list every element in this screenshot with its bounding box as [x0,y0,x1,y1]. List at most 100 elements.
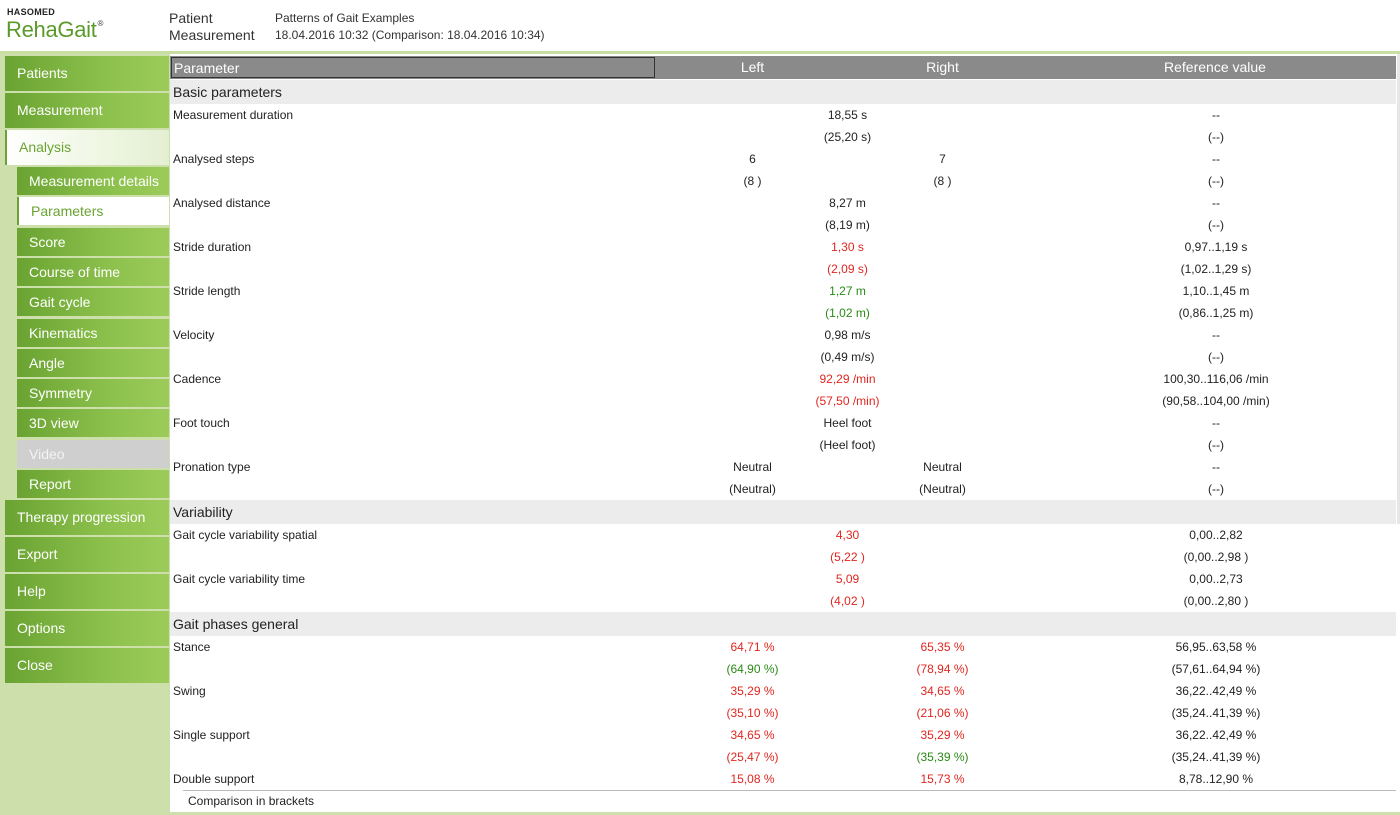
subnav-symmetry[interactable]: Symmetry [17,379,169,407]
nav-therapy-progression[interactable]: Therapy progression [5,500,169,535]
measurement-value: 18.04.2016 10:32 (Comparison: 18.04.2016… [275,28,545,42]
column-header-parameter[interactable]: Parameter [171,57,655,78]
table-row-comparison: (8,19 m) (--) [170,214,1396,236]
patient-value: Patterns of Gait Examples [275,11,415,25]
row-value-comparison: (4,02 ) [830,594,865,608]
nav-patients[interactable]: Patients [5,56,169,91]
row-left-comparison: (35,10 %) [726,706,779,720]
row-reference-comparison: (0,00..2,98 ) [1183,550,1249,564]
row-name: Analysed distance [173,196,271,210]
row-left-value: 64,71 % [730,640,775,654]
subnav-score[interactable]: Score [17,228,169,256]
row-right-comparison: (8 ) [933,174,952,188]
row-reference-comparison: (--) [1208,174,1224,188]
row-right-value: 34,65 % [920,684,965,698]
row-right-comparison: (21,06 %) [916,706,969,720]
row-right-comparison: (35,39 %) [916,750,969,764]
footer-note: Comparison in brackets [188,794,315,808]
table-row-comparison: (35,10 %) (21,06 %) (35,24..41,39 %) [170,702,1396,724]
column-header-left[interactable]: Left [710,56,795,79]
row-reference: 56,95..63,58 % [1175,640,1257,654]
table-row: Pronation type Neutral Neutral -- [170,456,1396,478]
nav-measurement[interactable]: Measurement [5,93,169,128]
nav-close[interactable]: Close [5,648,169,683]
row-value: Heel foot [823,416,872,430]
row-name: Measurement duration [173,108,294,122]
row-value: 5,09 [835,572,860,586]
table-row: Single support 34,65 % 35,29 % 36,22..42… [170,724,1396,746]
subnav-parameters[interactable]: Parameters [17,197,169,225]
row-reference-comparison: (--) [1208,350,1224,364]
nav-options[interactable]: Options [5,611,169,646]
row-name: Stance [173,640,211,654]
table-row-comparison: (0,49 m/s) (--) [170,346,1396,368]
row-reference: -- [1212,152,1220,166]
row-reference: -- [1212,196,1220,210]
table-row-comparison: (64,90 %) (78,94 %) (57,61..64,94 %) [170,658,1396,680]
row-value-comparison: (8,19 m) [825,218,870,232]
nav-export[interactable]: Export [5,537,169,572]
row-name: Velocity [173,328,215,342]
subnav-report[interactable]: Report [17,470,169,498]
table-row: Gait cycle variability time 5,09 0,00..2… [170,568,1396,590]
row-reference-comparison: (35,24..41,39 %) [1171,706,1261,720]
row-name: Gait cycle variability spatial [173,528,318,542]
parameters-table: Parameter Left Right Reference value Bas… [170,54,1400,815]
table-row-comparison: (5,22 ) (0,00..2,98 ) [170,546,1396,568]
row-reference: 36,22..42,49 % [1175,684,1257,698]
table-row-comparison: (8 ) (8 ) (--) [170,170,1396,192]
section-variability: Variability [170,500,1396,524]
table-row-comparison: (Heel foot) (--) [170,434,1396,456]
row-reference-comparison: (--) [1208,482,1224,496]
table-row: Foot touch Heel foot -- [170,412,1396,434]
section-basic-parameters: Basic parameters [170,80,1396,104]
row-left-value: 34,65 % [730,728,775,742]
sidebar-nav: Patients Measurement Analysis Measuremen… [0,54,170,815]
header-labels: Patient Measurement [169,10,255,44]
subnav-angle[interactable]: Angle [17,349,169,377]
table-row: Analysed distance 8,27 m -- [170,192,1396,214]
row-value: 18,55 s [827,108,868,122]
row-left-value: Neutral [733,460,772,474]
row-value-comparison: (5,22 ) [830,550,865,564]
subnav-3d-view[interactable]: 3D view [17,409,169,437]
row-name: Analysed steps [173,152,255,166]
row-value-comparison: (Heel foot) [819,438,876,452]
subnav-kinematics[interactable]: Kinematics [17,319,169,347]
table-row: Measurement duration 18,55 s -- [170,104,1396,126]
nav-help[interactable]: Help [5,574,169,609]
row-value: 92,29 /min [819,372,876,386]
row-value: 8,27 m [829,196,866,210]
row-left-value: 35,29 % [730,684,775,698]
row-left-value: 15,08 % [730,772,775,786]
nav-analysis[interactable]: Analysis [5,130,169,165]
row-right-value: 35,29 % [920,728,965,742]
row-reference-comparison: (0,86..1,25 m) [1178,306,1254,320]
row-reference-comparison: (57,61..64,94 %) [1171,662,1261,676]
row-name: Swing [173,684,206,698]
row-reference: -- [1212,108,1220,122]
row-name: Stride length [173,284,241,298]
table-row-comparison: (57,50 /min) (90,58..104,00 /min) [170,390,1396,412]
row-name: Cadence [173,372,222,386]
table-header: Parameter Left Right Reference value [170,56,1396,79]
row-right-value: Neutral [923,460,962,474]
subnav-measurement-details[interactable]: Measurement details [17,167,169,195]
table-row-comparison: (1,02 m) (0,86..1,25 m) [170,302,1396,324]
row-reference-comparison: (--) [1208,438,1224,452]
row-left-comparison: (64,90 %) [726,662,779,676]
row-name: Stride duration [173,240,252,254]
subnav-gait-cycle[interactable]: Gait cycle [17,288,169,316]
app-name: RehaGait [6,17,97,42]
row-left-value: 6 [749,152,756,166]
column-header-right[interactable]: Right [900,56,985,79]
table-row: Cadence 92,29 /min 100,30..116,06 /min [170,368,1396,390]
row-reference: -- [1212,416,1220,430]
registered-mark: ® [97,19,104,28]
table-row-comparison: (25,47 %) (35,39 %) (35,24..41,39 %) [170,746,1396,768]
row-reference: 0,00..2,82 [1189,528,1243,542]
subnav-course-of-time[interactable]: Course of time [17,258,169,286]
column-header-reference[interactable]: Reference value [1130,56,1300,79]
row-name: Double support [173,772,255,786]
row-value-comparison: (0,49 m/s) [820,350,875,364]
